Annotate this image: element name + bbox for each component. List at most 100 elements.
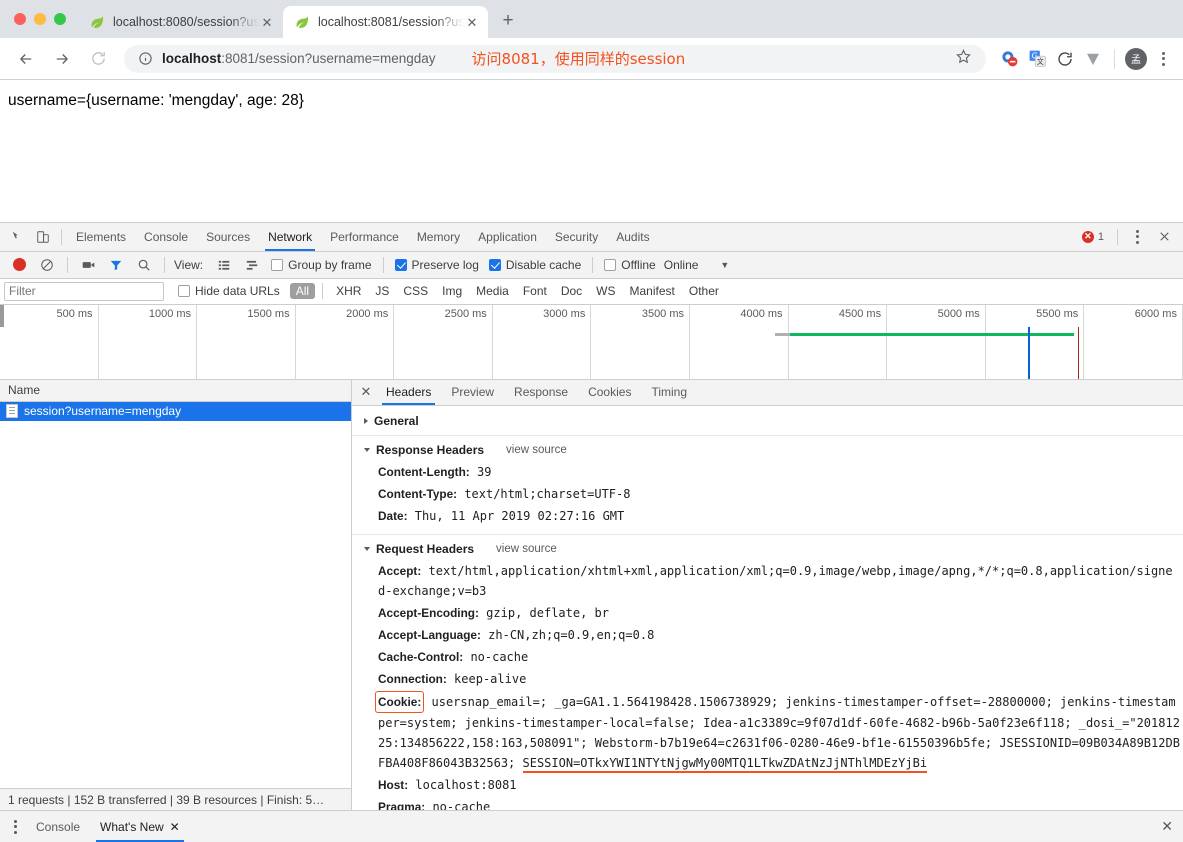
throttling-dropdown-icon[interactable]: ▼ xyxy=(720,260,729,270)
filter-type-css[interactable]: CSS xyxy=(397,283,434,299)
filter-type-other[interactable]: Other xyxy=(683,283,725,299)
detail-tab-headers[interactable]: Headers xyxy=(376,380,441,405)
filter-type-all[interactable]: All xyxy=(289,283,316,300)
adblock-icon[interactable] xyxy=(996,46,1022,72)
filter-type-doc[interactable]: Doc xyxy=(555,283,588,299)
close-window-button[interactable] xyxy=(14,13,26,25)
close-tab-1-icon[interactable]: ✕ xyxy=(259,14,275,30)
response-headers-section-header[interactable]: Response Headers view source xyxy=(352,439,1183,461)
detail-tab-preview[interactable]: Preview xyxy=(441,380,504,405)
header-value: text/html,application/xhtml+xml,applicat… xyxy=(378,563,1173,598)
devtools-tab-elements[interactable]: Elements xyxy=(67,223,135,251)
header-key: Cache-Control: xyxy=(378,649,464,664)
devtools-tab-application[interactable]: Application xyxy=(469,223,546,251)
timeline-tick-10: 5500 ms xyxy=(1036,307,1079,320)
disable-cache-label: Disable cache xyxy=(505,257,582,272)
table-row[interactable]: session?username=mengday xyxy=(0,401,351,421)
back-button[interactable] xyxy=(11,44,41,74)
filter-type-font[interactable]: Font xyxy=(517,283,553,299)
devtools-tab-performance[interactable]: Performance xyxy=(321,223,408,251)
devtools-tab-memory[interactable]: Memory xyxy=(408,223,469,251)
header-value: localhost:8081 xyxy=(415,777,517,792)
filter-icon[interactable] xyxy=(103,252,129,278)
filter-type-img[interactable]: Img xyxy=(436,283,468,299)
timeline-tick-2: 1500 ms xyxy=(247,307,290,320)
network-timeline-overview[interactable]: 500 ms 1000 ms 1500 ms 2000 ms 2500 ms 3… xyxy=(0,304,1183,380)
devtools-tab-bar: Elements Console Sources Network Perform… xyxy=(0,222,1183,252)
filter-type-js[interactable]: JS xyxy=(369,283,395,299)
google-translate-icon[interactable]: G 文 xyxy=(1024,46,1050,72)
list-view-icon[interactable] xyxy=(211,252,237,278)
bookmark-star-icon[interactable] xyxy=(943,48,972,70)
request-list-header[interactable]: Name xyxy=(0,379,351,402)
reload-button[interactable] xyxy=(83,44,113,74)
timeline-tick-5: 3000 ms xyxy=(543,307,586,320)
maximize-window-button[interactable] xyxy=(54,13,66,25)
window-controls[interactable] xyxy=(10,0,78,38)
detail-tab-response[interactable]: Response xyxy=(504,380,578,405)
page-body-text: username={username: 'mengday', age: 28} xyxy=(8,92,304,110)
capture-screenshots-icon[interactable] xyxy=(75,252,101,278)
filter-type-manifest[interactable]: Manifest xyxy=(624,283,681,299)
group-by-frame-box[interactable] xyxy=(271,258,284,271)
close-whats-new-icon[interactable]: ✕ xyxy=(170,820,180,834)
filter-input[interactable] xyxy=(4,281,164,301)
chevron-down-icon xyxy=(364,447,370,452)
close-drawer-icon[interactable]: ✕ xyxy=(1161,818,1183,835)
detail-tab-cookies[interactable]: Cookies xyxy=(578,380,641,405)
minimize-window-button[interactable] xyxy=(34,13,46,25)
filter-type-xhr[interactable]: XHR xyxy=(330,283,367,299)
filter-type-ws[interactable]: WS xyxy=(590,283,621,299)
avatar[interactable]: 孟 xyxy=(1123,46,1149,72)
inspect-element-icon[interactable] xyxy=(4,224,30,250)
refresh-extension-icon[interactable] xyxy=(1052,46,1078,72)
browser-tab-1[interactable]: localhost:8080/session?userna ✕ xyxy=(78,6,283,38)
timeline-tick-4: 2500 ms xyxy=(444,307,487,320)
filter-type-media[interactable]: Media xyxy=(470,283,515,299)
response-headers-title: Response Headers xyxy=(376,442,485,457)
hide-data-urls-box[interactable] xyxy=(178,285,190,298)
general-section-header[interactable]: General xyxy=(352,410,1183,432)
address-bar[interactable]: localhost:8081/session?username=mengday … xyxy=(124,44,986,73)
browser-tab-2[interactable]: localhost:8081/session?userna ✕ xyxy=(283,6,488,38)
preserve-log-checkbox[interactable]: Preserve log xyxy=(394,258,479,272)
group-by-frame-checkbox[interactable]: Group by frame xyxy=(271,258,372,272)
disable-cache-box[interactable] xyxy=(488,258,501,271)
search-icon[interactable] xyxy=(131,252,157,278)
header-key: Pragma: xyxy=(378,799,426,810)
toggle-device-toolbar-icon[interactable] xyxy=(30,224,56,250)
devtools-tab-console[interactable]: Console xyxy=(135,223,197,251)
devtools-tab-security[interactable]: Security xyxy=(546,223,607,251)
devtools-tab-network[interactable]: Network xyxy=(259,223,321,251)
drawer-tab-whats-new[interactable]: What's New ✕ xyxy=(90,811,190,842)
preserve-log-box[interactable] xyxy=(394,258,407,271)
error-badge[interactable]: ✕ 1 xyxy=(1081,230,1104,243)
new-tab-button[interactable]: + xyxy=(494,7,522,35)
close-devtools-icon[interactable] xyxy=(1151,224,1177,250)
offline-checkbox[interactable]: Offline xyxy=(604,258,656,272)
drawer-tab-console[interactable]: Console xyxy=(26,811,90,842)
devtools-panel: Elements Console Sources Network Perform… xyxy=(0,221,1183,842)
record-button[interactable] xyxy=(6,252,32,278)
clear-button[interactable] xyxy=(34,252,60,278)
forward-button[interactable] xyxy=(47,44,77,74)
info-circle-icon[interactable] xyxy=(138,51,153,66)
devtools-tab-sources[interactable]: Sources xyxy=(197,223,259,251)
request-view-source-link[interactable]: view source xyxy=(496,543,557,555)
offline-box[interactable] xyxy=(604,258,617,271)
v-extension-icon[interactable] xyxy=(1080,46,1106,72)
arrow-left-icon xyxy=(20,53,32,64)
throttling-value[interactable]: Online xyxy=(664,258,699,272)
waterfall-view-icon[interactable] xyxy=(239,252,265,278)
drawer-menu-button[interactable] xyxy=(4,819,26,834)
response-view-source-link[interactable]: view source xyxy=(506,444,567,456)
hide-data-urls-checkbox[interactable]: Hide data URLs xyxy=(178,284,280,298)
devtools-menu-button[interactable] xyxy=(1125,225,1149,249)
devtools-tab-audits[interactable]: Audits xyxy=(607,223,658,251)
request-headers-section-header[interactable]: Request Headers view source xyxy=(352,538,1183,560)
detail-tab-timing[interactable]: Timing xyxy=(641,380,697,405)
close-detail-icon[interactable]: ✕ xyxy=(356,384,376,400)
disable-cache-checkbox[interactable]: Disable cache xyxy=(488,257,582,272)
chrome-menu-button[interactable] xyxy=(1151,47,1175,71)
close-tab-2-icon[interactable]: ✕ xyxy=(464,14,480,30)
